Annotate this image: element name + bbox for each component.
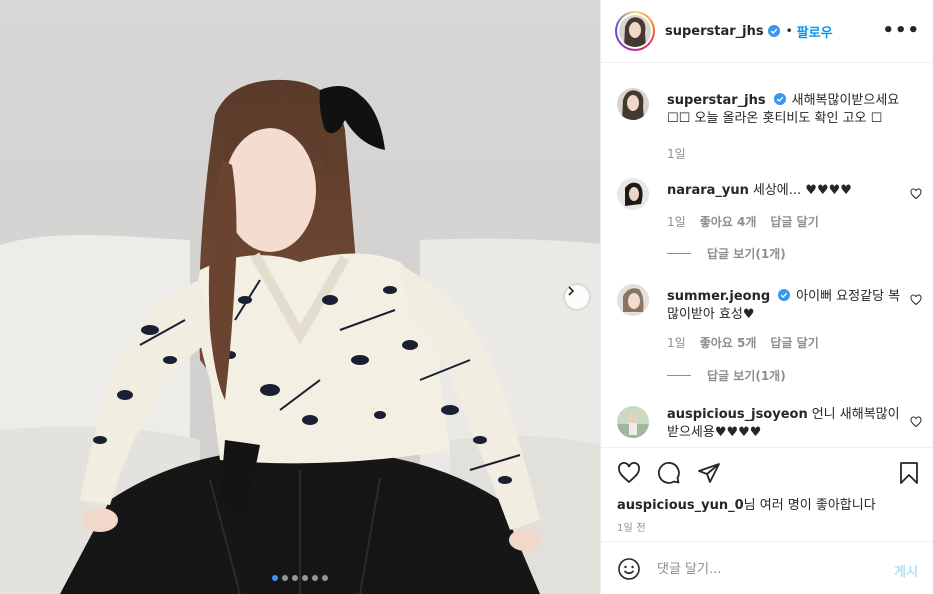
post-comment-button[interactable]: 게시 <box>894 561 918 580</box>
author-username[interactable]: superstar_jhs <box>665 24 764 39</box>
replies-line <box>667 375 691 376</box>
chevron-right-icon <box>568 286 575 296</box>
verified-icon <box>773 93 786 105</box>
verified-icon <box>778 289 791 301</box>
carousel-dot <box>272 575 278 581</box>
comment-username[interactable]: summer.jeong <box>667 289 770 304</box>
verified-icon <box>767 25 780 37</box>
comment-likes[interactable]: 좋아요 4개 <box>700 213 757 230</box>
author-avatar <box>619 15 651 47</box>
comment-meta: 1일 좋아요 5개 답글 달기 <box>667 334 819 351</box>
comment-input[interactable] <box>657 558 867 580</box>
comment-age[interactable]: 1일 <box>667 334 686 351</box>
comments-list[interactable]: superstar_jhs 새해복많이받으세요 ☐☐ 오늘 올라온 홋티비도 확인… <box>601 64 933 447</box>
comment-avatar[interactable] <box>617 178 649 210</box>
likes-summary: auspicious_yun_0님 여러 명이 좋아합니다 <box>617 494 876 513</box>
comment-like-heart-icon[interactable] <box>910 188 922 200</box>
comment-like-heart-icon[interactable] <box>910 416 922 428</box>
comment-avatar[interactable] <box>617 284 649 316</box>
caption-meta: 1일 <box>667 145 686 162</box>
emoji-icon[interactable] <box>617 557 641 581</box>
carousel-dot <box>292 575 298 581</box>
view-replies-label: 답글 보기(1개) <box>707 247 786 261</box>
carousel-dot <box>302 575 308 581</box>
heart-icon[interactable] <box>617 461 641 485</box>
comment-like-heart-icon[interactable] <box>910 294 922 306</box>
likes-suffix-2: 이 좋아합니다 <box>799 498 876 513</box>
replies-line <box>667 253 691 254</box>
carousel-dot <box>282 575 288 581</box>
share-icon[interactable] <box>697 461 721 485</box>
bookmark-icon[interactable] <box>897 461 921 485</box>
view-replies-button[interactable]: 답글 보기(1개) <box>667 367 786 384</box>
follow-button[interactable]: 팔로우 <box>797 22 833 41</box>
add-comment-bar: 게시 <box>601 541 933 594</box>
view-replies-button[interactable]: 답글 보기(1개) <box>667 245 786 262</box>
comment-username[interactable]: narara_yun <box>667 183 749 198</box>
likes-suffix[interactable]: 님 여러 명 <box>744 498 800 513</box>
post-header: superstar_jhs • 팔로우 ••• <box>601 0 933 63</box>
comment-age[interactable]: 1일 <box>667 213 686 230</box>
likes-user[interactable]: auspicious_yun_0 <box>617 498 744 513</box>
post-photo[interactable] <box>0 0 600 594</box>
post-timestamp[interactable]: 1일 전 <box>617 519 646 534</box>
post-actions: auspicious_yun_0님 여러 명이 좋아합니다 1일 전 <box>601 447 933 541</box>
author-avatar-ring[interactable] <box>615 11 655 51</box>
carousel-next-button[interactable] <box>565 285 589 309</box>
header-separator: • <box>785 24 793 38</box>
carousel-indicator <box>0 575 600 581</box>
caption-avatar[interactable] <box>617 88 649 120</box>
comment-avatar[interactable] <box>617 406 649 438</box>
carousel-dot <box>312 575 318 581</box>
comment-likes[interactable]: 좋아요 5개 <box>700 334 757 351</box>
carousel-dot <box>322 575 328 581</box>
caption-username[interactable]: superstar_jhs <box>667 93 766 108</box>
comment-icon[interactable] <box>657 461 681 485</box>
post-side-panel: superstar_jhs • 팔로우 ••• superstar_jhs 새해복… <box>600 0 933 594</box>
reply-button[interactable]: 답글 달기 <box>770 213 818 230</box>
reply-button[interactable]: 답글 달기 <box>770 334 818 351</box>
comment-text: 세상에... ♥♥♥♥ <box>752 183 852 198</box>
view-replies-label: 답글 보기(1개) <box>707 369 786 383</box>
comment-meta: 1일 좋아요 4개 답글 달기 <box>667 213 819 230</box>
photo-illustration <box>0 0 600 594</box>
comment-username[interactable]: auspicious_jsoyeon <box>667 407 808 422</box>
caption-age[interactable]: 1일 <box>667 145 686 162</box>
more-options-icon[interactable]: ••• <box>882 22 920 40</box>
